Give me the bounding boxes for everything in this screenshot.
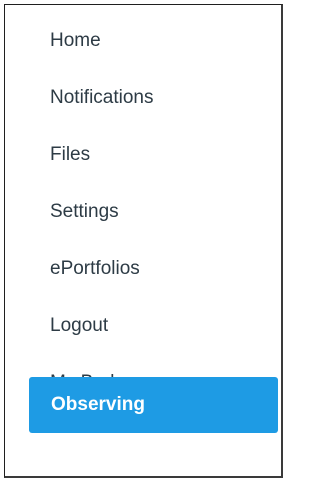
nav-item-eportfolios[interactable]: ePortfolios — [25, 249, 275, 289]
nav-item-home[interactable]: Home — [25, 21, 275, 61]
nav-item-notifications[interactable]: Notifications — [25, 78, 275, 118]
nav-item-settings[interactable]: Settings — [25, 192, 275, 232]
nav-item-logout[interactable]: Logout — [25, 306, 275, 346]
nav-item-observing-active[interactable]: Observing — [29, 377, 278, 433]
account-nav-menu: Home Notifications Files Settings ePortf… — [4, 4, 283, 478]
nav-item-files[interactable]: Files — [25, 135, 275, 175]
